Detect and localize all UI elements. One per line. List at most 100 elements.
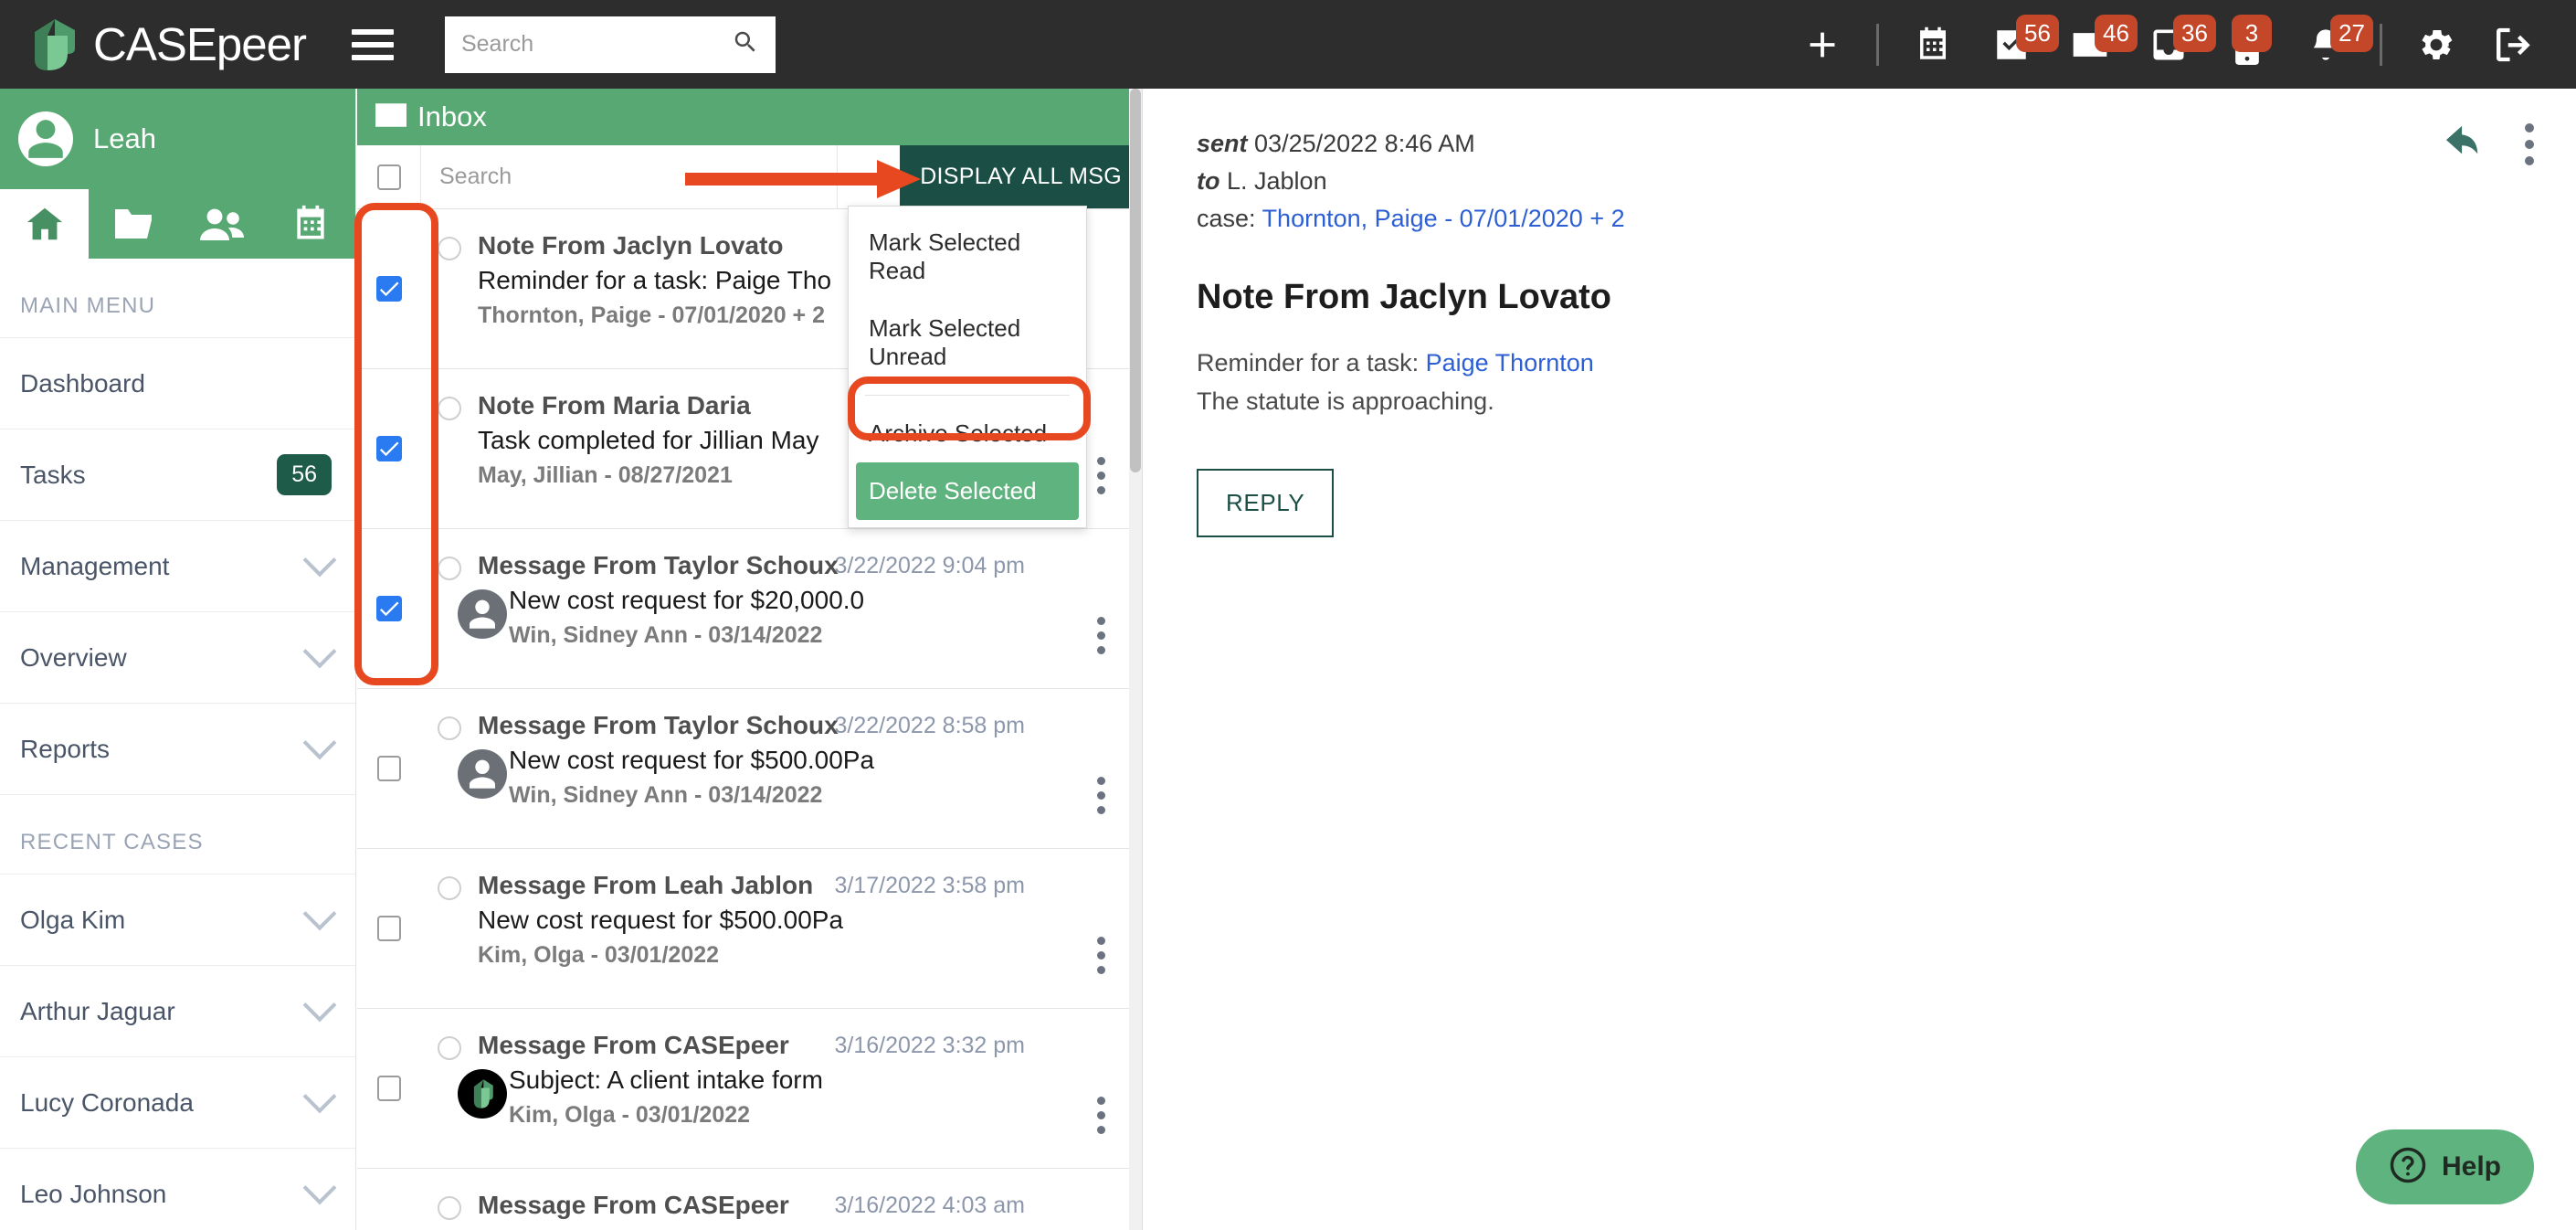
casepeer-leaf-logo — [27, 17, 77, 72]
row-checkbox[interactable] — [357, 529, 421, 688]
mobile-icon[interactable]: 3 — [2208, 0, 2286, 89]
row-checkbox[interactable] — [357, 1169, 421, 1230]
message-timestamp: 3/16/2022 4:03 am — [834, 1193, 1026, 1218]
row-menu-icon[interactable] — [1097, 617, 1105, 654]
sidebar-item-label: Reports — [20, 734, 111, 763]
row-menu-icon[interactable] — [1097, 1097, 1105, 1134]
menu-item-delete-selected[interactable]: Delete Selected — [856, 462, 1079, 520]
brand[interactable]: CASEpeer — [0, 17, 307, 72]
select-all-checkbox[interactable] — [357, 145, 421, 208]
detail-sent-row: sent 03/25/2022 8:46 AM — [1197, 125, 2530, 163]
inbox-search[interactable] — [421, 145, 839, 208]
avatar — [458, 749, 507, 799]
row-menu-icon[interactable] — [1097, 777, 1105, 814]
sent-label: sent — [1197, 130, 1248, 157]
message-content: Message From CASEpeer 3/16/2022 4:03 am — [421, 1169, 1142, 1230]
messages-icon[interactable]: 46 — [2051, 0, 2138, 89]
message-subject: New cost request for $20,000.0 — [509, 586, 865, 614]
message-case: Win, Sidney Ann - 03/14/2022 — [509, 782, 823, 808]
table-row[interactable]: Message From CASEpeer 3/16/2022 4:03 am — [357, 1169, 1142, 1230]
row-checkbox[interactable] — [357, 689, 421, 848]
scrollbar-thumb[interactable] — [1130, 89, 1141, 472]
message-body: Reminder for a task: Paige Thornton The … — [1197, 345, 2530, 421]
chevron-down-icon — [302, 1079, 337, 1113]
unread-indicator-icon[interactable] — [438, 1036, 461, 1060]
settings-icon[interactable] — [2397, 0, 2476, 89]
tasks-icon[interactable]: 56 — [1972, 0, 2059, 89]
unread-indicator-icon[interactable] — [438, 1196, 461, 1220]
add-icon[interactable] — [1783, 0, 1862, 89]
sidebar-case-leo-johnson[interactable]: Leo Johnson — [0, 1149, 355, 1230]
detail-action-group — [2443, 123, 2534, 165]
message-sender: Note From Maria Daria — [478, 391, 751, 419]
detail-case-row: case: Thornton, Paige - 07/01/2020 + 2 — [1197, 200, 2530, 238]
row-checkbox[interactable] — [357, 849, 421, 1008]
hamburger-icon[interactable] — [351, 28, 394, 60]
sidebar-user-name: Leah — [93, 122, 156, 154]
tasks-count-badge: 56 — [277, 454, 332, 495]
inbox-more-actions-button[interactable] — [838, 145, 900, 208]
message-sender: Message From Taylor Schoux — [478, 551, 839, 579]
sidebar-tab-cases[interactable] — [89, 189, 177, 259]
inbox-search-input[interactable] — [439, 164, 838, 190]
sidebar-item-tasks[interactable]: Tasks 56 — [0, 429, 355, 521]
detail-metadata: sent 03/25/2022 8:46 AM to L. Jablon cas… — [1197, 125, 2530, 238]
calendar-icon[interactable] — [1894, 0, 1972, 89]
global-search[interactable] — [444, 16, 776, 73]
unread-indicator-icon[interactable] — [438, 237, 461, 260]
search-input[interactable] — [460, 31, 726, 58]
row-menu-icon[interactable] — [1097, 937, 1105, 974]
case-link[interactable]: Thornton, Paige - 07/01/2020 + 2 — [1262, 205, 1625, 232]
message-timestamp: 3/16/2022 3:32 pm — [834, 1033, 1026, 1058]
table-row[interactable]: Message From Taylor Schoux 3/22/2022 8:5… — [357, 689, 1142, 849]
row-checkbox[interactable] — [357, 369, 421, 528]
menu-item-mark-selected-read[interactable]: Mark Selected Read — [849, 214, 1086, 300]
sidebar-tabs — [0, 189, 355, 259]
reply-arrow-icon[interactable] — [2443, 124, 2485, 165]
menu-divider — [865, 395, 1070, 396]
sidebar-tab-contacts[interactable] — [178, 189, 267, 259]
logout-icon[interactable] — [2476, 0, 2554, 89]
case-label: case: — [1197, 205, 1256, 233]
sidebar-item-reports[interactable]: Reports — [0, 704, 355, 795]
sidebar-user-header[interactable]: Leah — [0, 89, 355, 189]
casepeer-app: CASEpeer 56 46 — [0, 0, 2576, 1230]
sidebar-item-overview[interactable]: Overview — [0, 612, 355, 704]
row-menu-icon[interactable] — [1097, 457, 1105, 494]
row-checkbox[interactable] — [357, 1009, 421, 1168]
unread-indicator-icon[interactable] — [438, 557, 461, 580]
scrollbar-track[interactable] — [1129, 89, 1142, 1230]
table-row[interactable]: Message From Leah Jablon 3/17/2022 3:58 … — [357, 849, 1142, 1009]
body-prefix: Reminder for a task: — [1197, 349, 1420, 377]
help-button[interactable]: Help — [2355, 1129, 2534, 1204]
sidebar-tab-home[interactable] — [0, 189, 90, 259]
table-row[interactable]: Message From Taylor Schoux 3/22/2022 9:0… — [357, 529, 1142, 689]
notifications-badge: 27 — [2330, 15, 2373, 52]
message-case: Win, Sidney Ann - 03/14/2022 — [509, 622, 823, 648]
row-checkbox[interactable] — [357, 209, 421, 368]
sidebar-case-olga-kim[interactable]: Olga Kim — [0, 875, 355, 966]
unread-indicator-icon[interactable] — [438, 716, 461, 740]
message-timestamp: 3/17/2022 3:58 pm — [834, 873, 1026, 898]
display-all-msg-button[interactable]: DISPLAY ALL MSG — [900, 145, 1142, 208]
menu-item-mark-selected-unread[interactable]: Mark Selected Unread — [849, 300, 1086, 386]
table-row[interactable]: Message From CASEpeer 3/16/2022 3:32 pm … — [357, 1009, 1142, 1169]
kebab-menu-icon[interactable] — [2525, 123, 2534, 165]
reply-button[interactable]: REPLY — [1197, 468, 1335, 537]
inbox-icon[interactable]: 36 — [2129, 0, 2216, 89]
sidebar-case-lucy-coronada[interactable]: Lucy Coronada — [0, 1057, 355, 1149]
menu-item-archive-selected[interactable]: Archive Selected — [849, 405, 1086, 462]
sidebar-tab-calendar[interactable] — [267, 189, 355, 259]
to-label: to — [1197, 167, 1220, 196]
unread-indicator-icon[interactable] — [438, 876, 461, 900]
sidebar-item-management[interactable]: Management — [0, 521, 355, 612]
body-line-1: Reminder for a task: Paige Thornton — [1197, 345, 2530, 383]
sidebar-case-arthur-jaguar[interactable]: Arthur Jaguar — [0, 966, 355, 1057]
top-navigation-bar: CASEpeer 56 46 — [0, 0, 2576, 89]
unread-indicator-icon[interactable] — [438, 397, 461, 420]
help-label: Help — [2441, 1151, 2501, 1182]
task-link[interactable]: Paige Thornton — [1426, 349, 1594, 376]
notifications-icon[interactable]: 27 — [2286, 0, 2373, 89]
sidebar-item-dashboard[interactable]: Dashboard — [0, 338, 355, 429]
chevron-down-icon — [302, 634, 337, 668]
